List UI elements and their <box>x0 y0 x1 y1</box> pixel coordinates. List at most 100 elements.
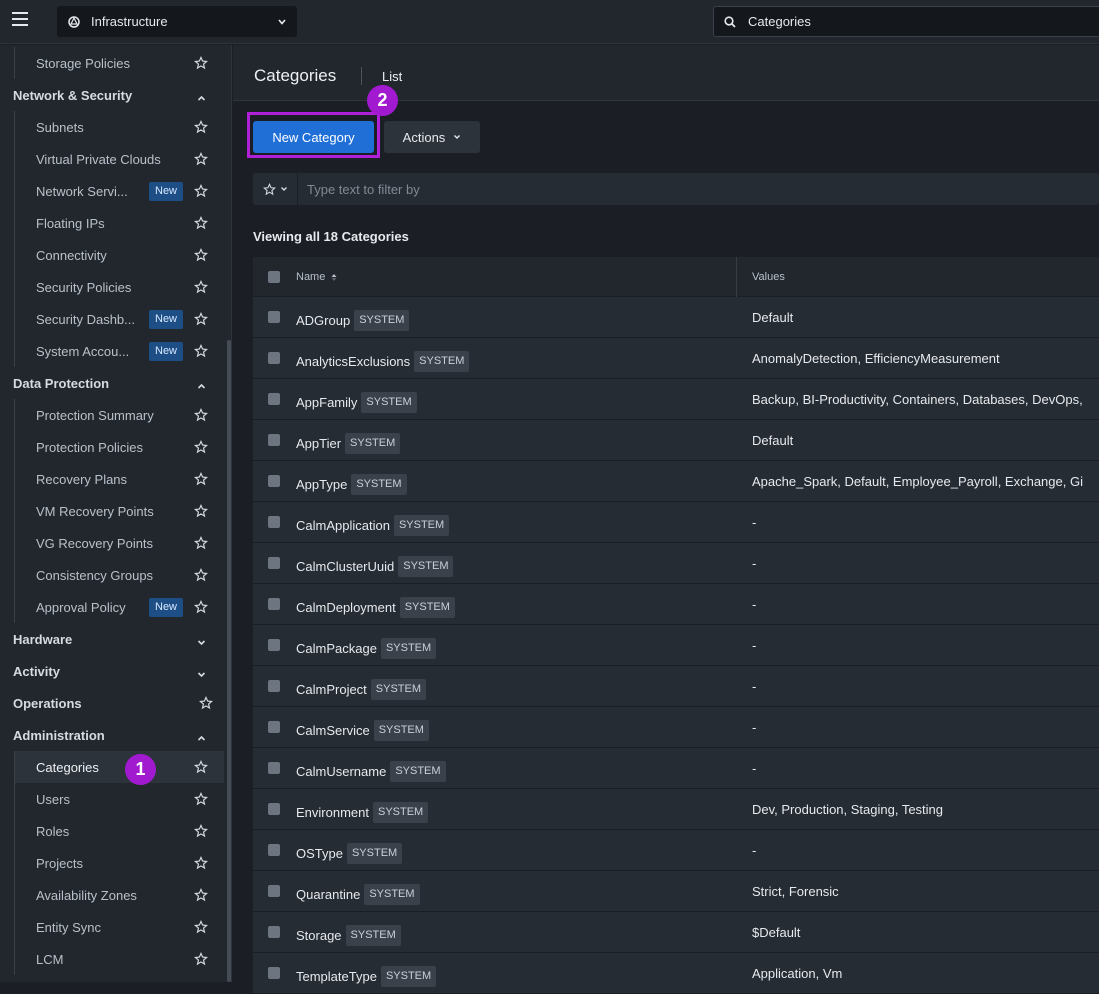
table-row[interactable]: Storage SYSTEM $Default <box>253 912 1099 953</box>
star-icon[interactable] <box>193 920 209 934</box>
category-name-link[interactable]: AppTier <box>296 436 341 451</box>
sidebar-item-protection-summary[interactable]: Protection Summary <box>14 399 224 431</box>
sidebar-item-security-dashb[interactable]: Security Dashb... New <box>14 303 224 335</box>
row-checkbox[interactable] <box>268 475 280 487</box>
column-divider[interactable] <box>736 257 737 297</box>
sidebar-item-connectivity[interactable]: Connectivity <box>14 239 224 271</box>
star-icon[interactable] <box>193 856 209 870</box>
sidebar-item-approval-policy[interactable]: Approval Policy New <box>14 591 224 623</box>
star-icon[interactable] <box>193 504 209 518</box>
row-checkbox[interactable] <box>268 352 280 364</box>
star-icon[interactable] <box>193 56 209 70</box>
row-checkbox[interactable] <box>268 516 280 528</box>
row-checkbox[interactable] <box>268 393 280 405</box>
star-icon[interactable] <box>193 536 209 550</box>
sidebar-item-system-accou[interactable]: System Accou... New <box>14 335 224 367</box>
category-name-link[interactable]: OSType <box>296 846 343 861</box>
star-icon[interactable] <box>193 344 209 358</box>
star-icon[interactable] <box>193 824 209 838</box>
sidebar-group-administration[interactable]: Administration <box>0 719 224 751</box>
row-checkbox[interactable] <box>268 598 280 610</box>
star-icon[interactable] <box>193 216 209 230</box>
category-name-link[interactable]: CalmProject <box>296 682 367 697</box>
sidebar-item-lcm[interactable]: LCM <box>14 943 224 975</box>
star-icon[interactable] <box>193 440 209 454</box>
sidebar-group-activity[interactable]: Activity <box>0 655 224 687</box>
category-name-link[interactable]: CalmDeployment <box>296 600 396 615</box>
category-name-link[interactable]: CalmUsername <box>296 764 386 779</box>
table-row[interactable]: CalmPackage SYSTEM - <box>253 625 1099 666</box>
table-row[interactable]: AppTier SYSTEM Default <box>253 420 1099 461</box>
star-icon[interactable] <box>193 952 209 966</box>
sidebar-group-hardware[interactable]: Hardware <box>0 623 224 655</box>
sidebar-group-network-security[interactable]: Network & Security <box>0 79 224 111</box>
row-checkbox[interactable] <box>268 680 280 692</box>
star-icon[interactable] <box>193 120 209 134</box>
star-icon[interactable] <box>193 312 209 326</box>
table-row[interactable]: OSType SYSTEM - <box>253 830 1099 871</box>
star-icon[interactable] <box>193 568 209 582</box>
row-checkbox[interactable] <box>268 311 280 323</box>
table-row[interactable]: AppType SYSTEM Apache_Spark, Default, Empl… <box>253 461 1099 502</box>
sidebar-item-security-policies[interactable]: Security Policies <box>14 271 224 303</box>
table-row[interactable]: ADGroup SYSTEM Default <box>253 297 1099 338</box>
sidebar-item-virtual-private-clouds[interactable]: Virtual Private Clouds <box>14 143 224 175</box>
name-column-header[interactable]: Name <box>296 271 337 283</box>
table-row[interactable]: Environment SYSTEM Dev, Production, Stagin… <box>253 789 1099 830</box>
row-checkbox[interactable] <box>268 885 280 897</box>
table-row[interactable]: CalmClusterUuid SYSTEM - <box>253 543 1099 584</box>
star-icon[interactable] <box>193 152 209 166</box>
table-row[interactable]: CalmProject SYSTEM - <box>253 666 1099 707</box>
row-checkbox[interactable] <box>268 926 280 938</box>
table-row[interactable]: CalmDeployment SYSTEM - <box>253 584 1099 625</box>
star-icon[interactable] <box>193 792 209 806</box>
row-checkbox[interactable] <box>268 721 280 733</box>
star-icon[interactable] <box>193 408 209 422</box>
sidebar-group-operations[interactable]: Operations <box>0 687 224 719</box>
category-name-link[interactable]: CalmPackage <box>296 641 377 656</box>
table-row[interactable]: TemplateType SYSTEM Application, Vm <box>253 953 1099 994</box>
select-all-checkbox[interactable] <box>268 271 280 283</box>
category-name-link[interactable]: AppType <box>296 477 347 492</box>
sidebar-item-vm-recovery-points[interactable]: VM Recovery Points <box>14 495 224 527</box>
category-name-link[interactable]: Storage <box>296 928 342 943</box>
app-switcher[interactable]: Infrastructure <box>57 6 297 37</box>
sidebar-item-vg-recovery-points[interactable]: VG Recovery Points <box>14 527 224 559</box>
star-icon[interactable] <box>193 184 209 198</box>
favorites-filter-button[interactable] <box>253 173 298 205</box>
category-name-link[interactable]: AnalyticsExclusions <box>296 354 410 369</box>
actions-button[interactable]: Actions <box>384 121 480 153</box>
sidebar-item-roles[interactable]: Roles <box>14 815 224 847</box>
sidebar-item-consistency-groups[interactable]: Consistency Groups <box>14 559 224 591</box>
sidebar-group-data-protection[interactable]: Data Protection <box>0 367 224 399</box>
table-row[interactable]: AnalyticsExclusions SYSTEM AnomalyDetectio… <box>253 338 1099 379</box>
sidebar-item-recovery-plans[interactable]: Recovery Plans <box>14 463 224 495</box>
row-checkbox[interactable] <box>268 967 280 979</box>
global-search[interactable] <box>713 6 1099 37</box>
star-icon[interactable] <box>193 280 209 294</box>
table-row[interactable]: AppFamily SYSTEM Backup, BI-Productivity, … <box>253 379 1099 420</box>
category-name-link[interactable]: CalmApplication <box>296 518 390 533</box>
star-icon[interactable] <box>193 600 209 614</box>
sidebar-item-availability-zones[interactable]: Availability Zones <box>14 879 224 911</box>
new-category-button[interactable]: New Category <box>253 121 374 153</box>
row-checkbox[interactable] <box>268 639 280 651</box>
sidebar-item-entity-sync[interactable]: Entity Sync <box>14 911 224 943</box>
category-name-link[interactable]: CalmService <box>296 723 370 738</box>
sidebar-item-subnets[interactable]: Subnets <box>14 111 224 143</box>
sidebar-item-projects[interactable]: Projects <box>14 847 224 879</box>
sidebar-item-categories[interactable]: Categories <box>14 751 224 783</box>
search-input[interactable] <box>748 14 1048 29</box>
category-name-link[interactable]: Environment <box>296 805 369 820</box>
table-row[interactable]: Quarantine SYSTEM Strict, Forensic <box>253 871 1099 912</box>
star-icon[interactable] <box>193 248 209 262</box>
sidebar-item-floating-ips[interactable]: Floating IPs <box>14 207 224 239</box>
menu-icon[interactable] <box>12 12 28 28</box>
category-name-link[interactable]: AppFamily <box>296 395 357 410</box>
row-checkbox[interactable] <box>268 557 280 569</box>
values-column-header[interactable]: Values <box>752 271 785 283</box>
table-row[interactable]: CalmUsername SYSTEM - <box>253 748 1099 789</box>
category-name-link[interactable]: CalmClusterUuid <box>296 559 394 574</box>
filter-input[interactable] <box>298 181 998 197</box>
sidebar-item-users[interactable]: Users <box>14 783 224 815</box>
